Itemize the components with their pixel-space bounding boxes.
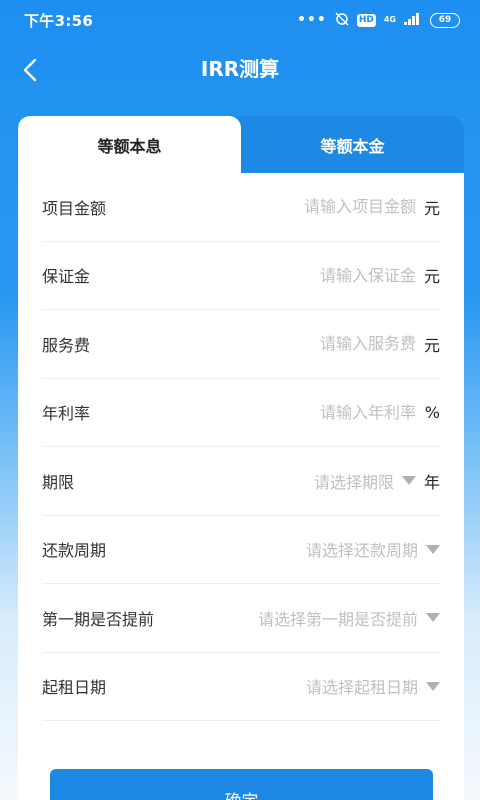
status-bar: 下午3:56 ••• HD 4G 69 <box>0 0 480 40</box>
caret-down-icon <box>426 681 440 691</box>
alarm-off-icon <box>335 11 349 29</box>
service-fee-input[interactable] <box>90 334 416 354</box>
form-row-lease-start-date[interactable]: 起租日期 请选择起租日期 <box>42 653 440 721</box>
form-row-annual-rate: 年利率 % <box>42 379 440 447</box>
status-icons: ••• HD 4G 69 <box>296 11 460 29</box>
page-title: IRR测算 <box>200 57 280 81</box>
service-fee-unit: 元 <box>424 335 441 355</box>
calculator-card: 等额本息 等额本金 项目金额 元 保证金 元 服务费 元 年利率 % 期限 <box>18 116 464 800</box>
lease-start-date-label: 起租日期 <box>42 678 107 698</box>
tab-equal-installment[interactable]: 等额本息 <box>18 116 241 173</box>
signal-icon <box>404 12 422 28</box>
first-period-advance-label: 第一期是否提前 <box>42 609 155 629</box>
caret-down-icon <box>426 613 440 623</box>
repayment-cycle-select[interactable]: 请选择还款周期 <box>106 537 418 561</box>
battery-icon: 69 <box>430 12 460 28</box>
lease-start-date-select[interactable]: 请选择起租日期 <box>106 674 418 698</box>
network-type: 4G <box>383 15 396 24</box>
tab-bar: 等额本息 等额本金 <box>18 116 464 173</box>
project-amount-input[interactable] <box>106 197 416 217</box>
project-amount-label: 项目金额 <box>42 198 107 218</box>
annual-rate-label: 年利率 <box>42 404 91 424</box>
repayment-cycle-label: 还款周期 <box>42 541 107 561</box>
confirm-button[interactable]: 确定 <box>50 769 433 800</box>
annual-rate-unit: % <box>424 402 440 422</box>
deposit-unit: 元 <box>424 267 441 287</box>
tab-equal-principal[interactable]: 等额本金 <box>241 116 464 173</box>
first-period-advance-select[interactable]: 请选择第一期是否提前 <box>154 606 418 630</box>
project-amount-unit: 元 <box>424 198 441 218</box>
caret-down-icon <box>426 544 440 554</box>
term-unit: 年 <box>424 472 441 492</box>
term-select[interactable]: 请选择期限 <box>74 469 394 493</box>
irr-form: 项目金额 元 保证金 元 服务费 元 年利率 % 期限 请选择期限 年 <box>18 173 464 721</box>
form-row-term[interactable]: 期限 请选择期限 年 <box>42 447 440 516</box>
caret-down-icon <box>402 476 416 486</box>
form-row-first-period-advance[interactable]: 第一期是否提前 请选择第一期是否提前 <box>42 584 440 653</box>
term-label: 期限 <box>42 472 75 492</box>
more-dots-icon: ••• <box>296 12 327 28</box>
deposit-label: 保证金 <box>42 267 91 287</box>
nav-bar: IRR测算 <box>0 40 480 100</box>
status-time: 下午3:56 <box>24 11 94 30</box>
form-row-repayment-cycle[interactable]: 还款周期 请选择还款周期 <box>42 516 440 584</box>
deposit-input[interactable] <box>90 265 416 285</box>
form-row-service-fee: 服务费 元 <box>42 310 440 379</box>
form-row-project-amount: 项目金额 元 <box>42 173 440 242</box>
form-row-deposit: 保证金 元 <box>42 242 441 310</box>
service-fee-label: 服务费 <box>42 335 91 355</box>
hd-badge: HD <box>356 13 376 27</box>
annual-rate-input[interactable] <box>90 402 416 422</box>
